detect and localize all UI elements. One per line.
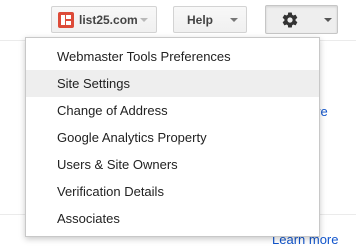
gear-icon: [281, 11, 299, 29]
help-button[interactable]: Help: [173, 6, 247, 33]
site-selector-button[interactable]: list25.com: [51, 6, 157, 33]
site-name-label: list25.com: [79, 12, 138, 27]
webmaster-tools-page: ore Learn more list25.com Help Webmaster…: [0, 0, 356, 249]
chevron-down-icon: [230, 18, 238, 22]
chevron-down-icon: [140, 18, 148, 22]
menu-item-verification-details[interactable]: Verification Details: [26, 178, 319, 205]
help-label: Help: [187, 12, 214, 27]
menu-item-associates[interactable]: Associates: [26, 205, 319, 232]
menu-item-change-of-address[interactable]: Change of Address: [26, 97, 319, 124]
menu-item-webmaster-tools-preferences[interactable]: Webmaster Tools Preferences: [26, 43, 319, 70]
list25-logo-icon: [58, 11, 74, 28]
settings-button[interactable]: [265, 5, 338, 34]
chevron-down-icon: [324, 18, 332, 22]
menu-item-users-and-site-owners[interactable]: Users & Site Owners: [26, 151, 319, 178]
menu-item-site-settings[interactable]: Site Settings: [26, 70, 319, 97]
settings-dropdown-menu: Webmaster Tools Preferences Site Setting…: [25, 37, 320, 237]
menu-item-google-analytics-property[interactable]: Google Analytics Property: [26, 124, 319, 151]
